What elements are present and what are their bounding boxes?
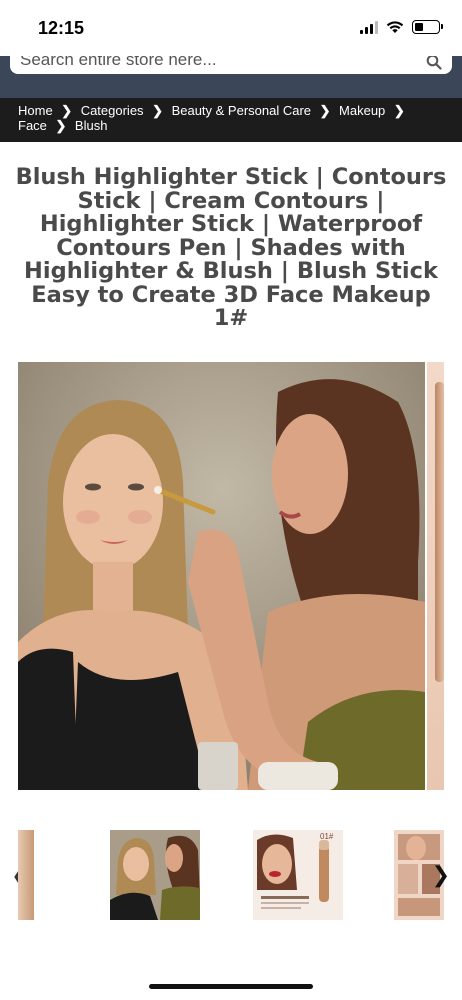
breadcrumb-makeup[interactable]: Makeup [339, 103, 385, 118]
thumbnail-2[interactable]: 01# [253, 830, 343, 920]
breadcrumb-blush: Blush [74, 118, 108, 133]
shade-badge: 01# [320, 832, 334, 841]
product-main-image[interactable] [18, 362, 425, 790]
battery-level [415, 23, 423, 31]
breadcrumb: Home ❯ Categories ❯ Beauty & Personal Ca… [0, 98, 462, 142]
chevron-right-icon: ❯ [55, 118, 67, 133]
chevron-right-icon: ❯ [152, 103, 164, 118]
product-title: Blush Highlighter Stick | Contours Stick… [15, 164, 447, 331]
thumbnail-0[interactable] [18, 830, 34, 920]
chevron-right-icon: ❯ [393, 103, 405, 118]
search-icon[interactable] [426, 56, 442, 70]
status-time: 12:15 [38, 18, 85, 38]
wifi-icon [386, 21, 404, 33]
chevron-right-icon: ❯ [319, 103, 331, 118]
makeup-application-photo [18, 362, 425, 790]
breadcrumb-beauty-personal-care[interactable]: Beauty & Personal Care [172, 103, 311, 118]
contour-stick-image [435, 382, 444, 682]
battery-icon [412, 20, 443, 34]
status-bar: 12:15 [0, 0, 462, 56]
chevron-right-icon: ❯ [61, 103, 73, 118]
next-image-peek[interactable] [427, 362, 444, 790]
site-header: Search entire store here... [0, 56, 462, 98]
home-indicator[interactable] [149, 984, 313, 989]
thumbnail-product-face-photo [253, 830, 343, 920]
breadcrumb-home[interactable]: Home [18, 103, 53, 118]
thumbnail-makeup-photo [110, 830, 200, 920]
breadcrumb-face[interactable]: Face [18, 118, 47, 133]
signal-icon [360, 20, 378, 34]
search-placeholder: Search entire store here... [20, 56, 217, 69]
status-icons [360, 20, 443, 34]
thumbnail-carousel: ❮ 01# [0, 830, 462, 922]
search-input[interactable]: Search entire store here... [10, 56, 452, 74]
chevron-right-icon[interactable]: ❯ [432, 862, 450, 888]
thumbnail-1[interactable] [110, 830, 200, 920]
breadcrumb-categories[interactable]: Categories [81, 103, 144, 118]
